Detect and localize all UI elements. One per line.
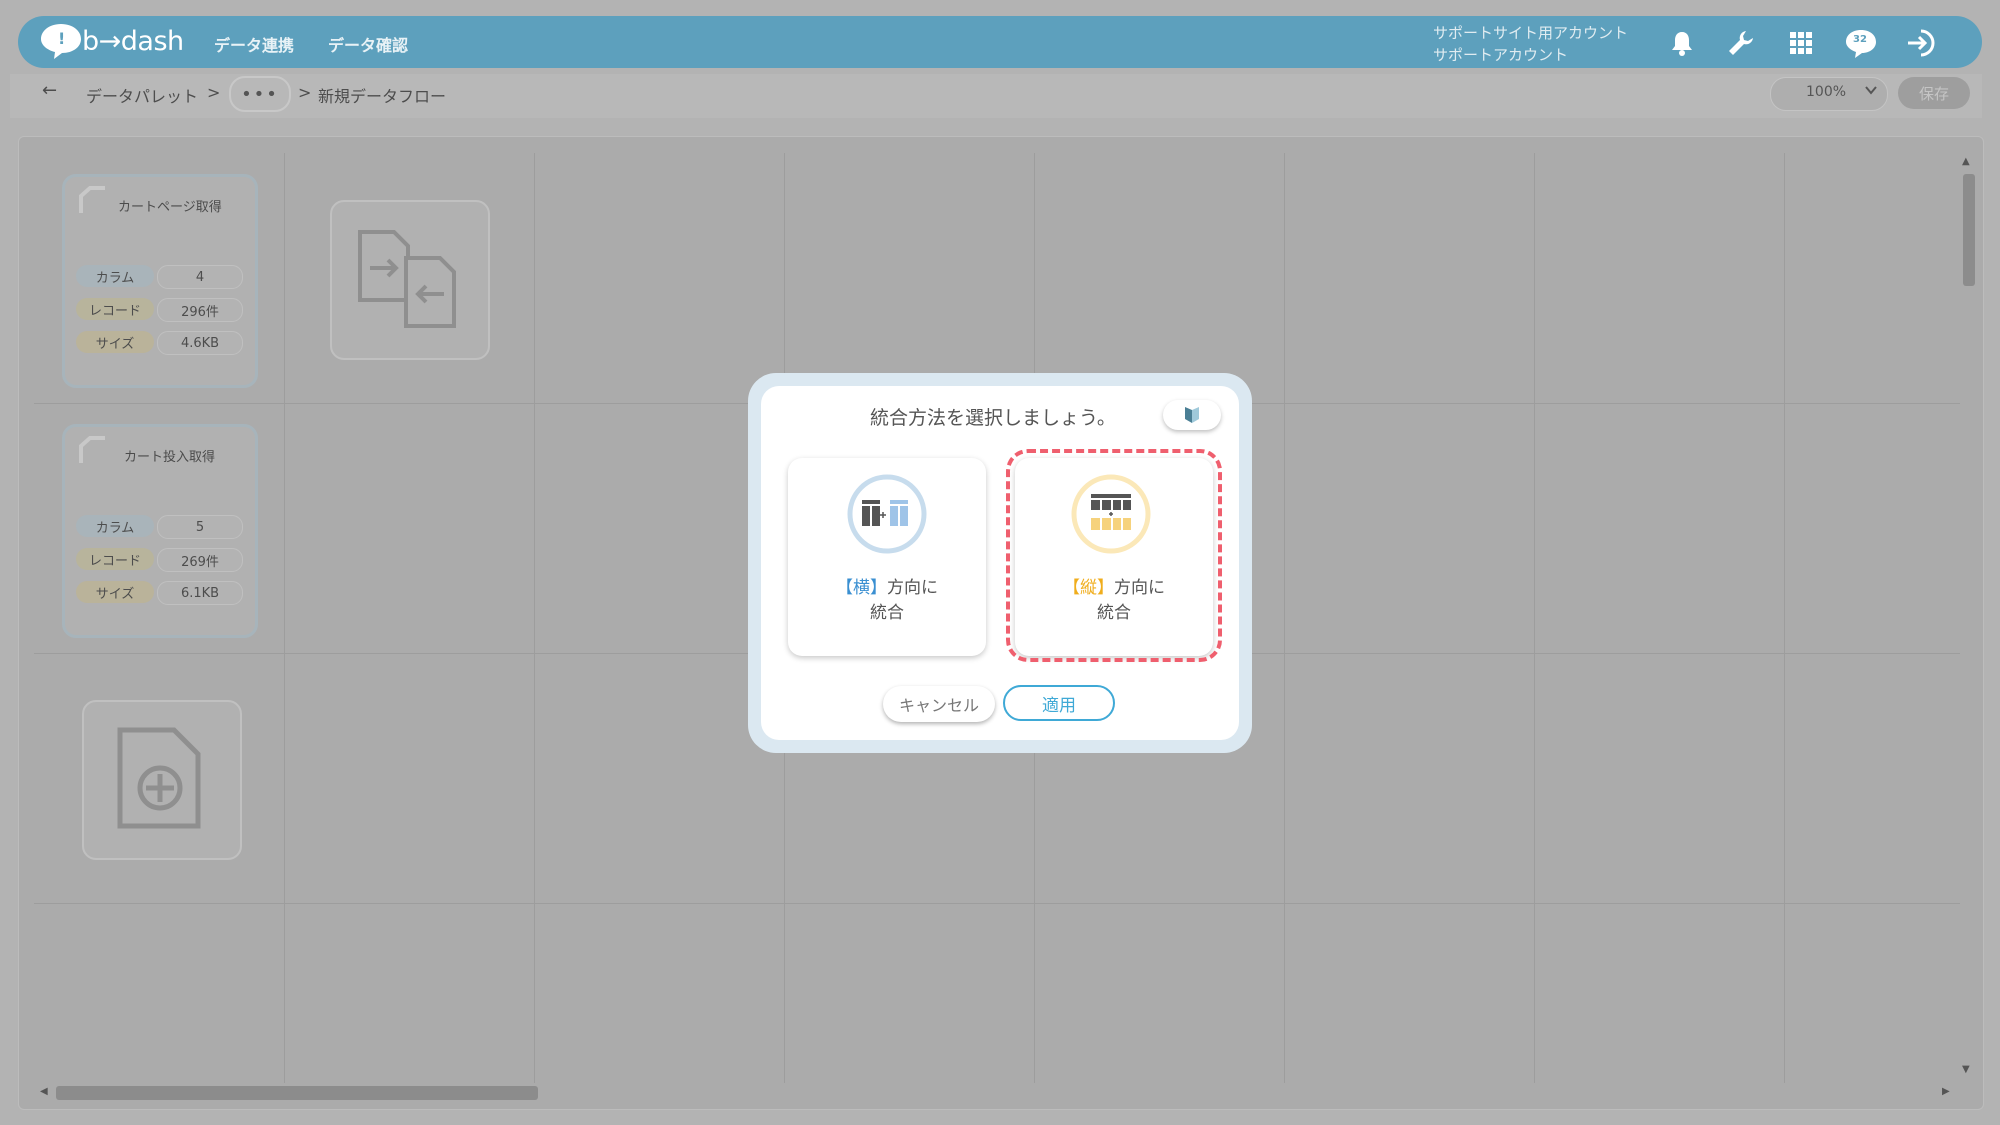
apply-button[interactable]: 適用 xyxy=(1003,685,1115,721)
scroll-left-arrow[interactable]: ◀ xyxy=(40,1086,48,1097)
beginner-help-button[interactable] xyxy=(1163,400,1221,430)
merge-files-icon xyxy=(356,228,460,332)
logo-icon[interactable]: ! xyxy=(40,22,82,64)
scroll-right-arrow[interactable]: ▶ xyxy=(1942,1086,1950,1097)
option-horizontal-text2: 統合 xyxy=(870,603,904,623)
stat-label-record: レコード xyxy=(76,548,154,570)
stat-label-record: レコード xyxy=(76,298,154,320)
breadcrumb-separator: > xyxy=(207,83,221,102)
breadcrumb-current: 新規データフロー xyxy=(318,87,447,106)
account-user: サポートアカウント xyxy=(1433,46,1569,64)
stat-value-column: 4 xyxy=(157,265,243,289)
option-horizontal-bracket: 【横】 xyxy=(836,578,887,598)
stat-label-size: サイズ xyxy=(76,581,154,603)
logo-text[interactable]: b→dash xyxy=(82,26,184,57)
grid-line xyxy=(1784,153,1785,1083)
add-file-icon xyxy=(116,726,204,834)
dialog-title: 統合方法を選択しましょう。 xyxy=(870,407,1116,429)
grid-line xyxy=(1534,153,1535,1083)
logout-icon[interactable] xyxy=(1904,26,1938,60)
horizontal-merge-icon xyxy=(847,474,927,558)
apps-grid-icon[interactable] xyxy=(1784,26,1818,60)
nav-data-check[interactable]: データ確認 xyxy=(328,32,408,56)
stat-label-size: サイズ xyxy=(76,331,154,353)
scroll-up-arrow[interactable]: ▲ xyxy=(1962,156,1970,167)
file-icon xyxy=(78,436,108,470)
beginner-mark-icon xyxy=(1185,407,1199,423)
file-icon xyxy=(78,186,108,220)
stat-value-size: 6.1KB xyxy=(157,581,243,605)
breadcrumb-more-button[interactable]: ••• xyxy=(229,76,291,112)
chevron-down-icon[interactable] xyxy=(1864,82,1878,101)
node-title: カート投入取得 xyxy=(124,450,216,465)
zoom-value: 100% xyxy=(1806,84,1847,100)
stat-value-column: 5 xyxy=(157,515,243,539)
stat-label-column: カラム xyxy=(76,515,154,537)
cancel-button[interactable]: キャンセル xyxy=(883,686,995,722)
option-horizontal-label: 【横】方向に 統合 xyxy=(788,576,986,626)
stat-label-column: カラム xyxy=(76,265,154,287)
scroll-down-arrow[interactable]: ▼ xyxy=(1962,1064,1970,1075)
svg-text:!: ! xyxy=(58,29,65,48)
nav-data-integration[interactable]: データ連携 xyxy=(214,32,294,56)
back-arrow-icon[interactable]: ← xyxy=(42,80,57,101)
bell-icon[interactable] xyxy=(1665,26,1699,60)
grid-line xyxy=(34,903,1960,904)
horizontal-scrollbar[interactable] xyxy=(34,1084,1960,1100)
wrench-icon[interactable] xyxy=(1724,26,1758,60)
breadcrumb-separator: > xyxy=(298,83,312,102)
stat-value-size: 4.6KB xyxy=(157,331,243,355)
vertical-scrollbar[interactable] xyxy=(1960,152,1976,1082)
chat-badge-count: 32 xyxy=(1853,34,1867,45)
account-name: サポートサイト用アカウント xyxy=(1433,24,1629,42)
node-title: カートページ取得 xyxy=(118,200,222,215)
grid-line xyxy=(1284,153,1285,1083)
option-horizontal-text: 方向に xyxy=(887,578,938,598)
selected-highlight xyxy=(1006,449,1222,662)
stat-value-record: 269件 xyxy=(157,548,243,572)
grid-line xyxy=(284,153,285,1083)
save-button[interactable]: 保存 xyxy=(1898,77,1970,109)
stat-value-record: 296件 xyxy=(157,298,243,322)
grid-line xyxy=(534,153,535,1083)
breadcrumb-root[interactable]: データパレット xyxy=(86,83,198,107)
